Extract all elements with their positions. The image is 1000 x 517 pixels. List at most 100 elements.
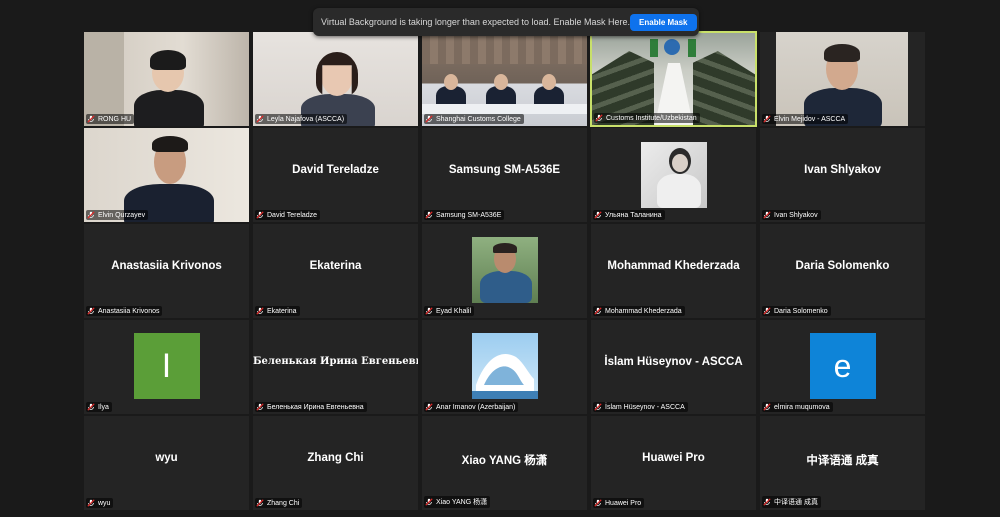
participant-display-name: Беленькая Ирина Евгеньевна [253,356,419,367]
muted-mic-icon [256,211,264,219]
muted-mic-icon [763,115,771,123]
notification-message: Virtual Background is taking longer than… [321,17,631,27]
participant-name: Daria Solomenko [774,307,828,315]
video-tile-mohammad-khederzada[interactable]: Mohammad Khederzada Mohammad Khederzada [590,223,757,319]
video-tile-islam-huseynov[interactable]: İslam Hüseynov - ASCCA İslam Hüseynov - … [590,319,757,415]
participant-display-name: Zhang Chi [307,452,364,464]
participant-label: Elvin Mejidov - ASCCA [762,114,849,124]
participant-label: Ivan Shlyakov [762,210,821,220]
avatar: e [809,333,876,399]
participant-label: Shanghai Customs College [424,114,524,124]
video-tile-anar-imanov[interactable]: Anar Imanov (Azerbaijan) [421,319,588,415]
video-tile-eyad-khalil[interactable]: Eyad Khalil [421,223,588,319]
participant-name: Huawei Pro [605,499,642,507]
muted-mic-icon [87,211,95,219]
virtual-background-notification: Virtual Background is taking longer than… [313,8,699,36]
participant-name: Elvin Qurzayev [98,211,146,219]
participant-label: Customs Institute/Uzbekistan [594,113,700,123]
video-tile-belenkaya-irina[interactable]: Беленькая Ирина Евгеньевна Беленькая Ири… [252,319,419,415]
video-tile-david-tereladze[interactable]: David Tereladze David Tereladze [252,127,419,223]
participant-display-name: 中译语通 成真 [806,455,879,467]
muted-mic-icon [594,499,602,507]
video-tile-shanghai-customs-college[interactable]: Shanghai Customs College [421,31,588,127]
participant-display-name: İslam Hüseynov - ASCCA [604,356,743,368]
video-tile-samsung-sm-a536e[interactable]: Samsung SM-A536E Samsung SM-A536E [421,127,588,223]
participant-name: Xiao YANG 杨潇 [436,499,488,506]
participant-display-name: wyu [155,452,178,464]
muted-mic-icon [425,211,433,219]
video-tile-anastasiia-krivonos[interactable]: Anastasiia Krivonos Anastasiia Krivonos [83,223,250,319]
muted-mic-icon [763,307,771,315]
participant-name: David Tereladze [267,211,318,219]
participant-name: Ekaterina [267,307,297,315]
participant-label: Daria Solomenko [762,306,831,316]
video-tile-xiao-yang[interactable]: Xiao YANG 杨潇 Xiao YANG 杨潇 [421,415,588,511]
video-tile-daria-solomenko[interactable]: Daria Solomenko Daria Solomenko [759,223,926,319]
video-tile-rong-hu[interactable]: RONG HU [83,31,250,127]
participant-display-name: Xiao YANG 杨潇 [461,455,548,467]
participant-label: Ekaterina [255,306,300,316]
participant-label: Anastasiia Krivonos [86,306,163,316]
muted-mic-icon [425,307,433,315]
video-tile-zhang-chi[interactable]: Zhang Chi Zhang Chi [252,415,419,511]
video-feed [422,32,587,126]
video-tile-ulyana-talanina[interactable]: Ульяна Таланина [590,127,757,223]
video-tile-leyla-najafova[interactable]: Leyla Najafova (ASCCA) [252,31,419,127]
muted-mic-icon [763,403,771,411]
participant-label: wyu [86,498,114,508]
participant-name: RONG HU [98,115,132,123]
gallery-grid: RONG HU Leyla Najafova (ASCCA) Shanghai … [83,31,926,511]
video-tile-elvin-mejidov[interactable]: Elvin Mejidov - ASCCA [759,31,926,127]
muted-mic-icon [594,307,602,315]
participant-display-name: Anastasiia Krivonos [111,260,222,272]
muted-mic-icon [425,115,433,123]
participant-name: Shanghai Customs College [436,115,521,123]
video-feed [84,128,249,222]
profile-picture [640,142,707,208]
participant-label: Zhang Chi [255,498,303,508]
participant-name: Zhang Chi [267,499,300,507]
muted-mic-icon [87,499,95,507]
participant-label: Беленькая Ирина Евгеньевна [255,402,367,412]
muted-mic-icon [425,498,433,506]
participant-name: wyu [98,499,111,507]
participant-display-name: Ivan Shlyakov [804,164,881,176]
participant-display-name: Daria Solomenko [795,260,890,272]
participant-label: RONG HU [86,114,135,124]
participant-display-name: Huawei Pro [642,452,705,464]
participant-label: Leyla Najafova (ASCCA) [255,114,348,124]
building-image [471,354,538,399]
participant-name: Customs Institute/Uzbekistan [606,114,697,122]
participant-name: İslam Hüseynov - ASCCA [605,403,685,411]
video-tile-wyu[interactable]: wyu wyu [83,415,250,511]
video-tile-huawei-pro[interactable]: Huawei Pro Huawei Pro [590,415,757,511]
participant-display-name: Mohammad Khederzada [607,260,740,272]
participant-name: Anar Imanov (Azerbaijan) [436,403,516,411]
participant-name: Ivan Shlyakov [774,211,818,219]
participant-name: Eyad Khalil [436,307,472,315]
enable-mask-button[interactable]: Enable Mask [630,13,697,31]
video-tile-customs-institute-uzbekistan[interactable]: Customs Institute/Uzbekistan [590,31,757,127]
profile-picture [471,333,538,399]
participant-name: Anastasiia Krivonos [98,307,160,315]
video-tile-elmira-muqumova[interactable]: e elmira muqumova [759,319,926,415]
muted-mic-icon [87,307,95,315]
video-tile-zhongyi-chengzhen[interactable]: 中译语通 成真 中译语通 成真 [759,415,926,511]
video-feed [592,33,755,125]
participant-label: David Tereladze [255,210,321,220]
video-tile-elvin-qurzayev[interactable]: Elvin Qurzayev [83,127,250,223]
participant-label: Ульяна Таланина [593,210,665,220]
muted-mic-icon [87,115,95,123]
video-feed [84,32,249,126]
participant-name: Mohammad Khederzada [605,307,682,315]
video-tile-ilya[interactable]: I Ilya [83,319,250,415]
participant-label: Eyad Khalil [424,306,475,316]
participant-name: elmira muqumova [774,403,830,411]
participant-name: 中译语通 成真 [774,499,818,506]
video-tile-ekaterina[interactable]: Ekaterina Ekaterina [252,223,419,319]
muted-mic-icon [763,211,771,219]
participant-label: Xiao YANG 杨潇 [424,496,491,508]
participant-label: 中译语通 成真 [762,496,821,508]
video-tile-ivan-shlyakov[interactable]: Ivan Shlyakov Ivan Shlyakov [759,127,926,223]
participant-name: Elvin Mejidov - ASCCA [774,115,846,123]
